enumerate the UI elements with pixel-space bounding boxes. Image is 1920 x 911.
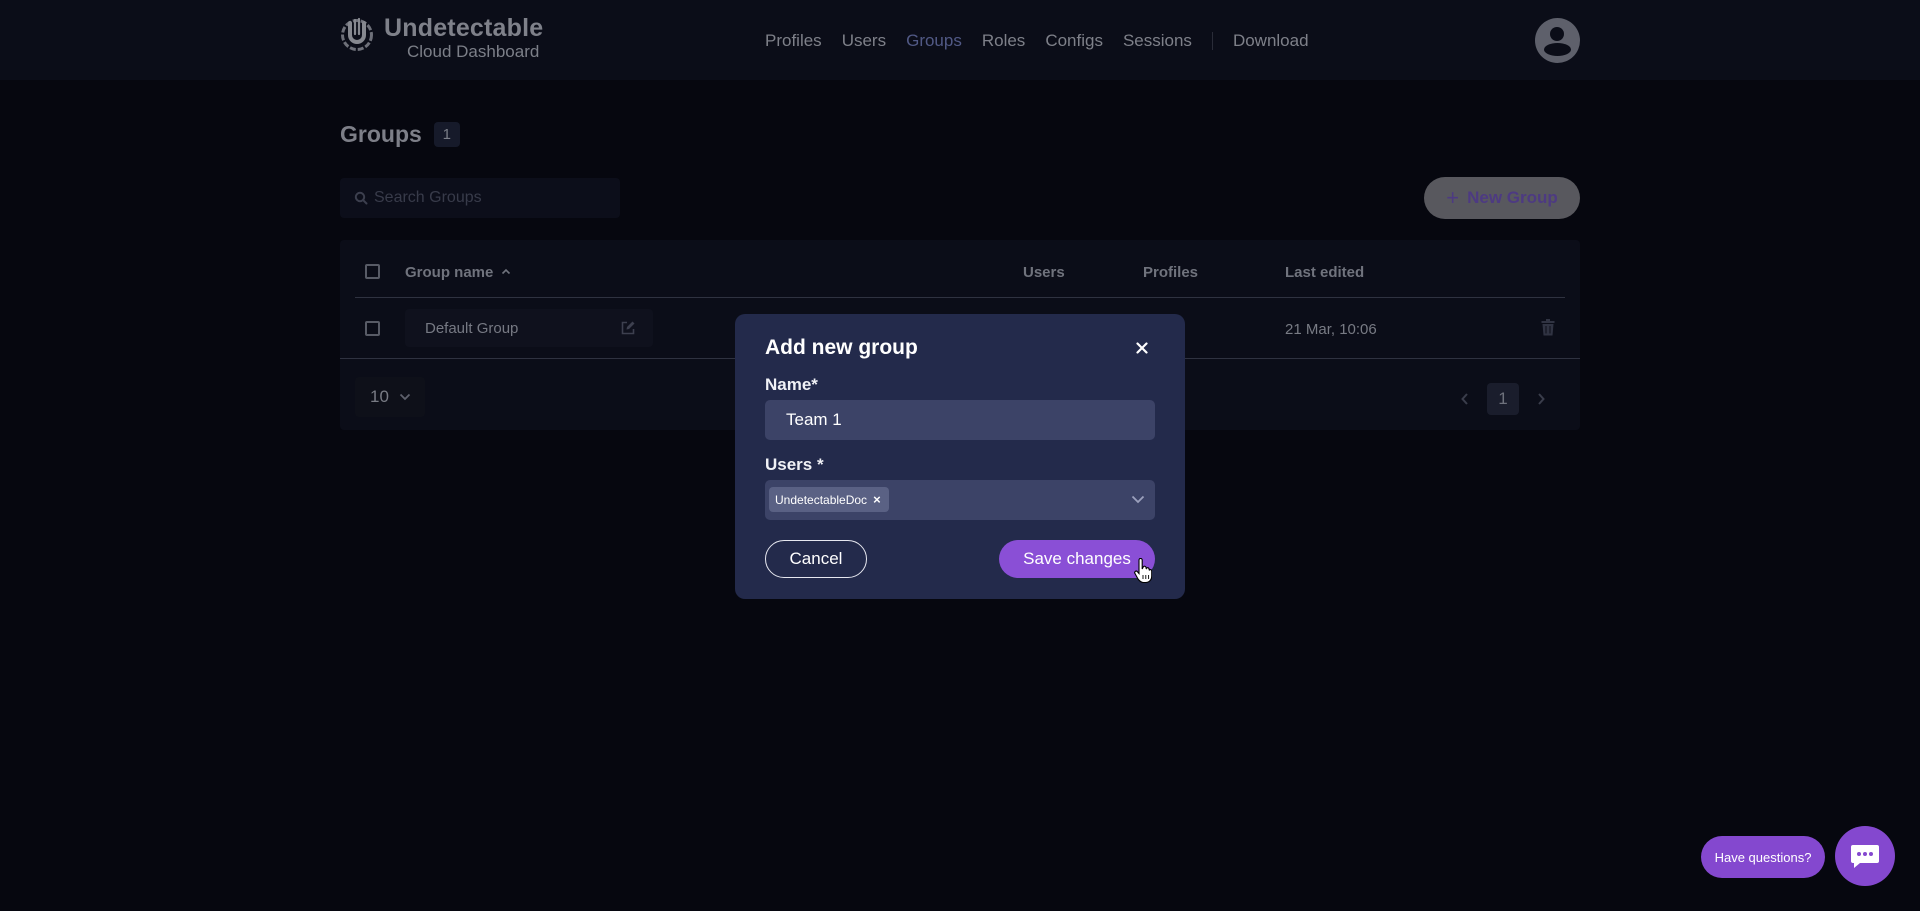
pagination: 1 <box>1460 383 1546 415</box>
nav-groups[interactable]: Groups <box>906 30 962 52</box>
save-changes-button[interactable]: Save changes <box>999 540 1155 578</box>
nav-profiles[interactable]: Profiles <box>765 30 822 52</box>
column-last-edited[interactable]: Last edited <box>1285 264 1364 281</box>
name-field-label: Name* <box>765 375 818 394</box>
chat-bubble-icon <box>1851 845 1879 868</box>
hand-pointer-cursor-icon <box>1134 558 1152 584</box>
main-nav: Profiles Users Groups Roles Configs Sess… <box>765 30 1329 52</box>
trash-icon[interactable] <box>1541 319 1555 336</box>
nav-sessions[interactable]: Sessions <box>1123 30 1192 52</box>
user-chip-label: UndetectableDoc <box>775 492 868 507</box>
page-size-select[interactable]: 10 <box>355 377 425 417</box>
nav-users[interactable]: Users <box>842 30 886 52</box>
search-icon <box>354 191 368 205</box>
groups-count-badge: 1 <box>433 122 460 147</box>
column-group-name[interactable]: Group name <box>405 264 511 281</box>
new-group-label: New Group <box>1467 188 1558 207</box>
column-users[interactable]: Users <box>1023 264 1065 281</box>
page-size-value: 10 <box>370 387 389 406</box>
brand-title: Undetectable <box>384 14 544 42</box>
search-box[interactable] <box>340 178 620 218</box>
nav-download[interactable]: Download <box>1233 30 1309 52</box>
chevron-down-icon <box>399 393 411 401</box>
nav-configs[interactable]: Configs <box>1045 30 1103 52</box>
page-button-current[interactable]: 1 <box>1487 383 1519 415</box>
group-name: Default Group <box>425 320 519 337</box>
have-questions-button[interactable]: Have questions? <box>1701 836 1825 878</box>
new-group-button[interactable]: + New Group <box>1424 177 1580 219</box>
page-header: Groups 1 <box>340 121 460 148</box>
plus-icon: + <box>1446 185 1460 210</box>
chevron-down-icon[interactable] <box>1131 495 1145 504</box>
user-chip: UndetectableDoc × <box>769 487 889 512</box>
undetectable-logo-icon <box>341 17 373 51</box>
row-checkbox[interactable] <box>365 321 380 336</box>
nav-divider <box>1211 32 1213 50</box>
page-title: Groups <box>340 121 422 147</box>
prev-page-icon[interactable] <box>1460 392 1470 406</box>
column-profiles[interactable]: Profiles <box>1143 264 1198 281</box>
chevron-up-icon <box>501 268 510 275</box>
brand-subtitle: Cloud Dashboard <box>407 42 540 61</box>
group-name-cell[interactable]: Default Group <box>405 309 653 347</box>
edit-icon[interactable] <box>620 320 636 336</box>
group-name-input[interactable] <box>765 400 1155 440</box>
add-group-modal: Add new group Name* Users * Undetectable… <box>735 314 1185 599</box>
nav-roles[interactable]: Roles <box>982 30 1025 52</box>
select-all-checkbox[interactable] <box>365 264 380 279</box>
search-input[interactable] <box>374 189 604 207</box>
top-header: Undetectable Cloud Dashboard Profiles Us… <box>0 0 1920 80</box>
cancel-button[interactable]: Cancel <box>765 540 867 578</box>
users-field-label: Users * <box>765 455 824 474</box>
chip-remove-icon[interactable]: × <box>873 492 881 507</box>
close-icon[interactable] <box>1133 339 1151 357</box>
brand-logo[interactable]: Undetectable Cloud Dashboard <box>340 14 543 62</box>
last-edited-cell: 21 Mar, 10:06 <box>1285 321 1377 338</box>
users-multiselect[interactable]: UndetectableDoc × <box>765 480 1155 520</box>
modal-title: Add new group <box>765 336 918 359</box>
table-header: Group name Users Profiles Last edited <box>355 240 1565 298</box>
next-page-icon[interactable] <box>1536 392 1546 406</box>
chat-launcher-button[interactable] <box>1835 826 1895 886</box>
user-avatar-button[interactable] <box>1535 18 1580 63</box>
